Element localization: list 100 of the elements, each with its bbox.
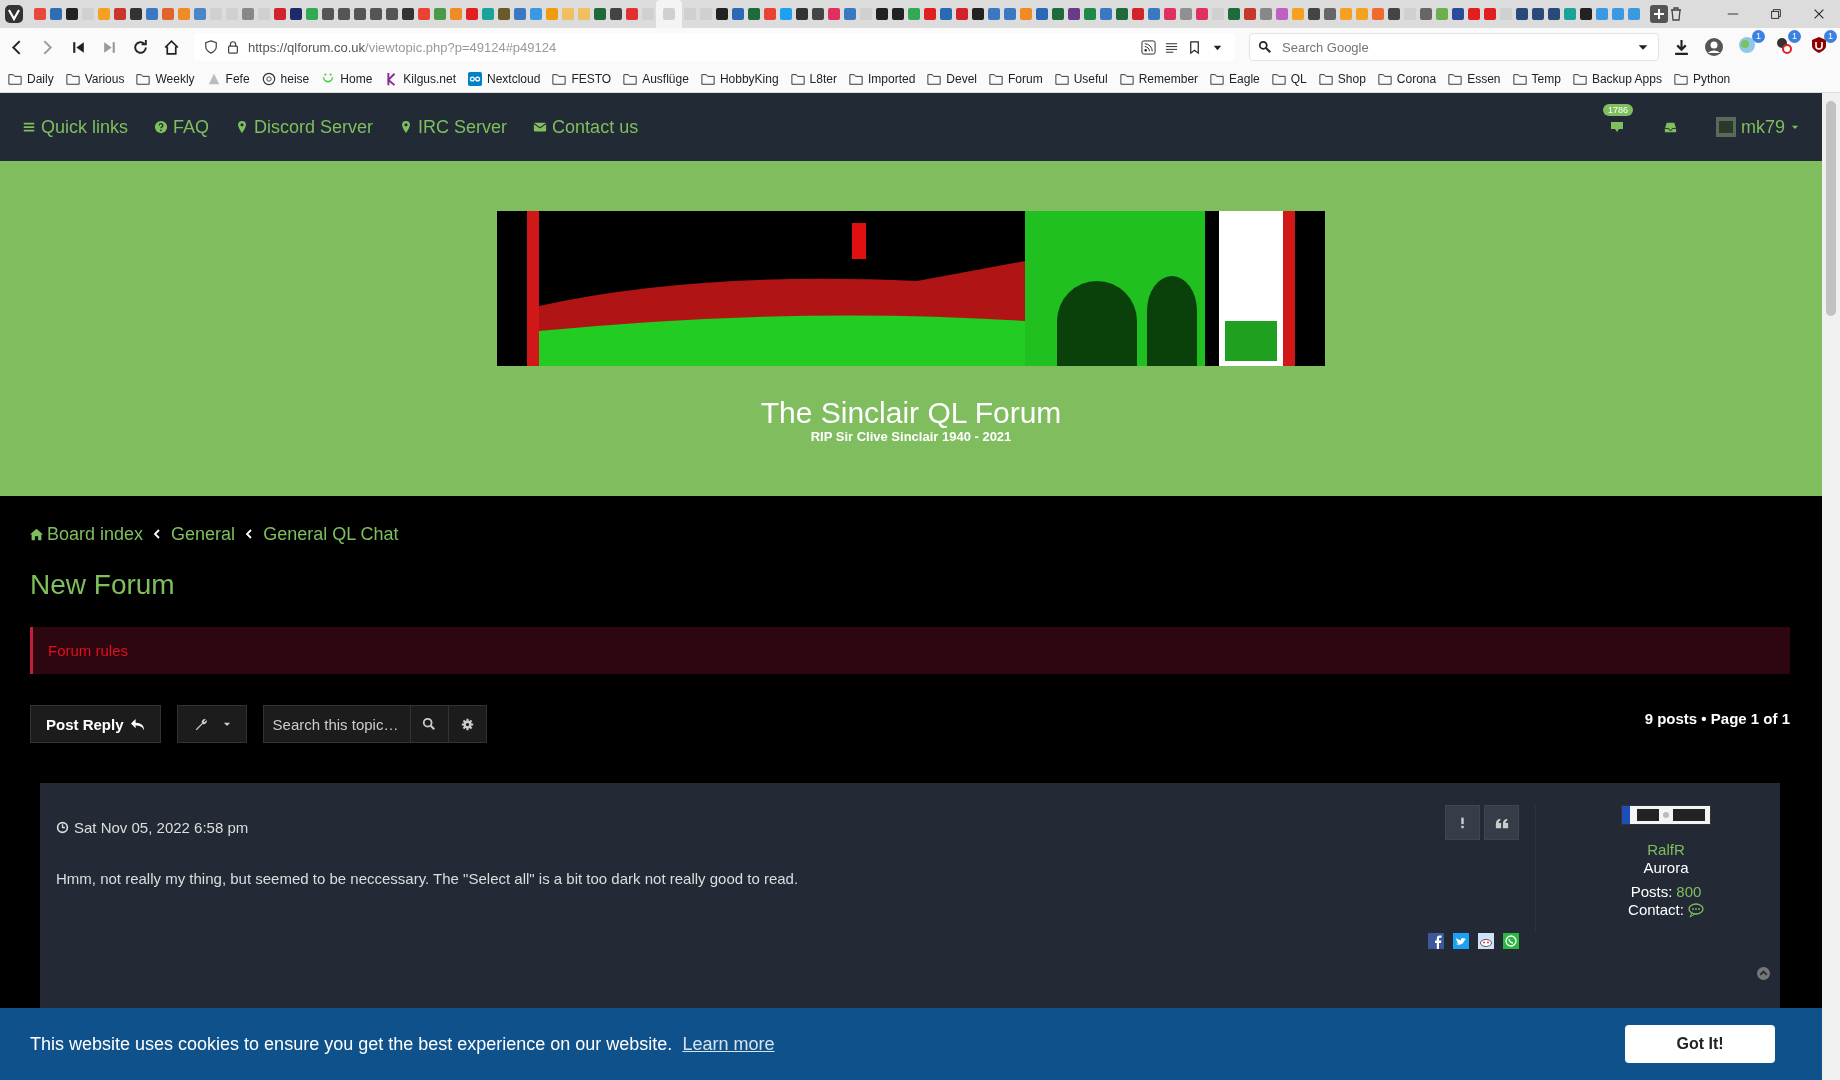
profile-icon[interactable] bbox=[1704, 37, 1724, 57]
gear-icon bbox=[460, 718, 474, 731]
accept-cookies-button[interactable]: Got It! bbox=[1625, 1025, 1775, 1063]
tools-button[interactable] bbox=[176, 705, 247, 744]
user-menu[interactable]: mk79 bbox=[1716, 116, 1800, 138]
bookmark-link[interactable]: Forum bbox=[987, 72, 1045, 86]
post-text: Hmm, not really my thing, but seemed to be neccessary. The "Select all" is a bit too dark not really good to read. bbox=[56, 870, 800, 888]
extension-icon[interactable] bbox=[1810, 36, 1828, 54]
search-input[interactable]: Search Google bbox=[1280, 38, 1628, 56]
share-link[interactable] bbox=[1503, 933, 1519, 950]
topic-search-field[interactable]: Search this topic… bbox=[263, 706, 410, 743]
bookmark-link[interactable]: Corona bbox=[1375, 72, 1439, 86]
folder-icon bbox=[790, 72, 805, 86]
learn-more-link[interactable]: Learn more bbox=[682, 1033, 775, 1055]
bookmark-link[interactable]: Remember bbox=[1117, 72, 1201, 86]
post-reply-button[interactable]: Post Reply bbox=[30, 705, 161, 744]
bookmark-icon[interactable] bbox=[1187, 39, 1202, 55]
bookmark-link[interactable]: Fefe bbox=[204, 72, 252, 86]
address-field[interactable]: https://qlforum.co.uk/viewtopic.php?p=49124#p49124 bbox=[194, 33, 1235, 61]
speech-bubble-icon[interactable] bbox=[1687, 902, 1704, 919]
folder-icon bbox=[848, 72, 863, 86]
folder-icon bbox=[65, 72, 80, 86]
bookmark-link[interactable]: Ausflüge bbox=[621, 72, 691, 86]
bookmark-link[interactable]: Home bbox=[319, 72, 375, 86]
cookie-message: This website uses cookies to ensure you get the best experience on our website. bbox=[30, 1033, 673, 1055]
extension-badge: 1 bbox=[1824, 30, 1837, 43]
bookmark-link[interactable]: Weekly bbox=[134, 72, 197, 86]
facebook-icon bbox=[1428, 933, 1444, 950]
trash-icon[interactable] bbox=[1668, 6, 1684, 22]
lock-icon bbox=[226, 40, 240, 54]
folder-icon bbox=[1119, 72, 1134, 86]
cloud-icon bbox=[468, 72, 482, 86]
search-icon bbox=[1258, 40, 1272, 54]
bookmark-link[interactable]: Nextcloud bbox=[466, 72, 543, 86]
back-to-top-icon[interactable] bbox=[1757, 967, 1770, 980]
search-field[interactable]: Search Google bbox=[1249, 33, 1659, 61]
bookmark-link[interactable]: Imported bbox=[846, 72, 918, 86]
share-link[interactable] bbox=[1453, 933, 1469, 950]
posts-label: Posts: bbox=[1630, 883, 1673, 902]
quote-icon bbox=[1494, 816, 1509, 830]
pagination-info: 9 posts • Page 1 of 1 bbox=[1644, 710, 1790, 727]
folder-icon bbox=[1271, 72, 1286, 86]
breadcrumb-link[interactable]: General QL Chat bbox=[263, 524, 399, 545]
folder-icon bbox=[700, 72, 715, 86]
folder-icon bbox=[927, 72, 942, 86]
scrollbar[interactable] bbox=[1822, 93, 1840, 1080]
extension-icon[interactable] bbox=[1774, 36, 1792, 54]
extension-badge: 1 bbox=[1752, 30, 1765, 43]
breadcrumb-link[interactable]: Board index bbox=[30, 524, 144, 545]
post-date: Sat Nov 05, 2022 6:58 pm bbox=[56, 819, 249, 837]
bookmark-link[interactable]: Kilgus.net bbox=[382, 72, 458, 86]
bookmark-link[interactable]: Essen bbox=[1446, 72, 1503, 86]
bookmark-link[interactable]: Eagle bbox=[1208, 72, 1262, 86]
folder-icon bbox=[1318, 72, 1333, 86]
breadcrumb-link[interactable]: General bbox=[171, 524, 236, 545]
nav-link[interactable]: Discord Server bbox=[235, 116, 374, 138]
bookmark-link[interactable]: Various bbox=[63, 72, 127, 86]
forum-rules-bar[interactable]: Forum rules bbox=[30, 627, 1790, 675]
topic-search-box[interactable]: Search this topic… bbox=[262, 705, 487, 744]
reload-icon[interactable] bbox=[132, 38, 149, 56]
nav-link[interactable]: IRC Server bbox=[399, 116, 508, 138]
bookmark-link[interactable]: heise bbox=[259, 72, 312, 86]
bookmark-link[interactable]: Shop bbox=[1316, 72, 1368, 86]
topic-title[interactable]: New Forum bbox=[30, 567, 1790, 604]
new-tab-icon[interactable] bbox=[1650, 5, 1668, 23]
folder-icon bbox=[1054, 72, 1069, 86]
contact-label: Contact: bbox=[1628, 901, 1684, 920]
share-link[interactable] bbox=[1478, 933, 1494, 950]
browser-logo-icon[interactable] bbox=[4, 4, 24, 24]
bookmark-link[interactable]: L8ter bbox=[788, 72, 839, 86]
rss-icon[interactable] bbox=[1141, 39, 1156, 55]
bookmark-link[interactable]: Temp bbox=[1510, 72, 1563, 86]
bookmark-link[interactable]: Daily bbox=[6, 72, 56, 86]
bookmark-link[interactable]: HobbyKing bbox=[698, 72, 781, 86]
bookmark-link[interactable]: Devel bbox=[925, 72, 979, 86]
alien-icon bbox=[1478, 933, 1494, 950]
bookmark-link[interactable]: QL bbox=[1269, 72, 1309, 86]
bookmark-link[interactable]: Backup Apps bbox=[1570, 72, 1664, 86]
folder-icon bbox=[552, 72, 567, 86]
author-name[interactable]: RalfR bbox=[1647, 841, 1685, 860]
nav-link[interactable]: FAQ bbox=[154, 116, 210, 138]
bookmark-link[interactable]: Useful bbox=[1052, 72, 1110, 86]
nav-link[interactable]: Contact us bbox=[533, 116, 639, 138]
shield-icon bbox=[204, 40, 218, 54]
quote-button[interactable] bbox=[1484, 805, 1519, 841]
triangle-icon bbox=[206, 72, 221, 86]
posts-count-link[interactable]: 800 bbox=[1676, 883, 1702, 902]
folder-icon bbox=[1572, 72, 1587, 86]
home-icon[interactable] bbox=[163, 38, 180, 56]
download-icon[interactable] bbox=[1673, 38, 1690, 56]
nav-link[interactable]: Quick links bbox=[22, 116, 129, 138]
folder-icon bbox=[1448, 72, 1463, 86]
bookmark-link[interactable]: FESTO bbox=[550, 72, 614, 86]
folder-icon bbox=[1377, 72, 1392, 86]
scrollbar-thumb[interactable] bbox=[1826, 101, 1836, 316]
share-link[interactable] bbox=[1428, 933, 1444, 950]
avatar-icon bbox=[1716, 117, 1736, 138]
bookmark-link[interactable]: Python bbox=[1671, 72, 1733, 86]
restore-icon[interactable] bbox=[1769, 7, 1783, 21]
site-title: The Sinclair QL Forum bbox=[760, 396, 1062, 431]
